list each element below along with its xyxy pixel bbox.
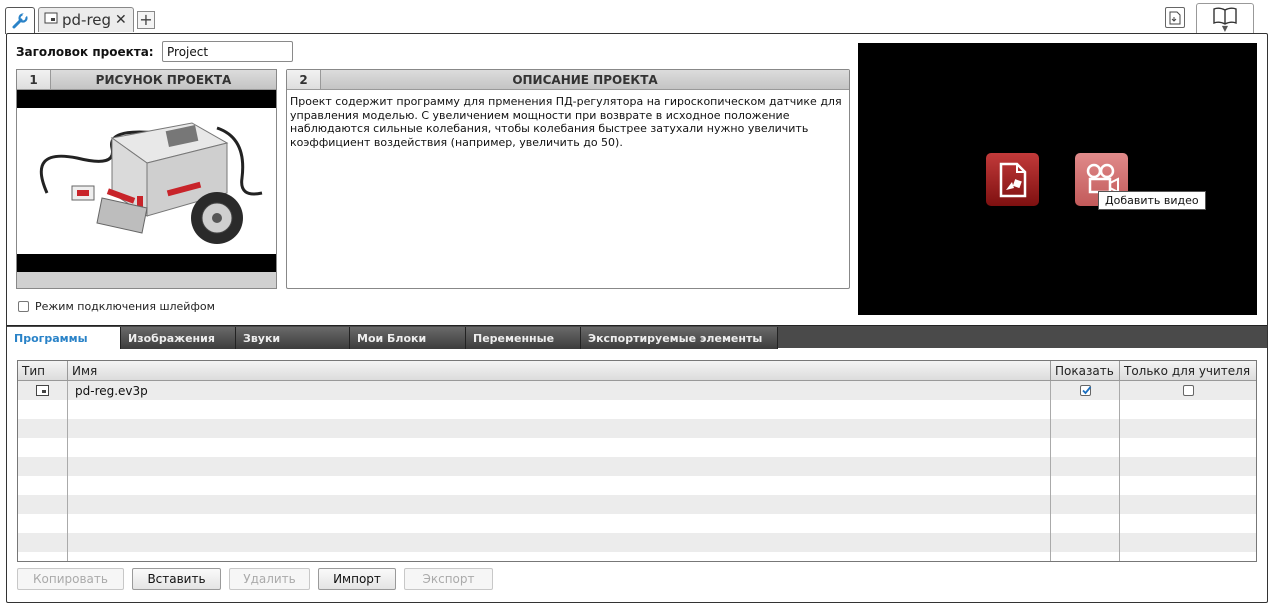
tab-strip: pd-reg ✕ + ▼	[0, 0, 1275, 36]
program-icon	[44, 11, 58, 29]
media-area: Добавить видео	[858, 43, 1257, 315]
lobby-book-button[interactable]: ▼	[1196, 3, 1254, 36]
wrench-icon	[11, 12, 29, 33]
content-editor-button[interactable]	[1165, 7, 1185, 28]
project-properties-page: Заголовок проекта: 1 РИСУНОК ПРОЕКТА	[6, 33, 1268, 603]
delete-button[interactable]: Удалить	[229, 568, 310, 590]
program-name[interactable]: pd-reg.ev3p	[68, 381, 1051, 400]
table-row[interactable]: pd-reg.ev3p	[18, 381, 1256, 400]
column-type[interactable]: Тип	[18, 361, 68, 381]
paste-button[interactable]: Вставить	[132, 568, 221, 590]
document-icon	[1169, 11, 1181, 24]
teacher-only-checkbox[interactable]	[1182, 385, 1194, 396]
close-icon[interactable]: ✕	[115, 12, 127, 28]
project-title-input[interactable]	[162, 41, 293, 62]
table-row-empty	[18, 514, 1256, 533]
daisy-chain-checkbox[interactable]	[18, 301, 29, 312]
plus-icon: +	[139, 10, 153, 29]
tab-variables[interactable]: Переменные	[466, 327, 581, 349]
tab-sounds[interactable]: Звуки	[236, 327, 350, 349]
column-teacher-only[interactable]: Только для учителя	[1120, 361, 1256, 381]
import-button[interactable]: Импорт	[318, 568, 396, 590]
book-icon	[1213, 7, 1237, 25]
table-row-empty	[18, 533, 1256, 552]
panel-number: 1	[17, 70, 51, 89]
tab-project-properties[interactable]	[5, 7, 35, 34]
robot-image	[17, 108, 276, 254]
table-row-empty	[18, 552, 1256, 561]
action-buttons: Копировать Вставить Удалить Импорт Экспо…	[17, 568, 493, 590]
column-show[interactable]: Показать	[1051, 361, 1120, 381]
panel-number: 2	[287, 70, 321, 89]
image-file-icon	[999, 162, 1026, 197]
description-panel-header: 2 ОПИСАНИЕ ПРОЕКТА	[287, 70, 849, 90]
tab-programs[interactable]: Программы	[7, 327, 121, 349]
tab-label: pd-reg	[62, 11, 112, 29]
tab-images[interactable]: Изображения	[121, 327, 236, 349]
show-checkbox[interactable]	[1079, 385, 1091, 396]
panel-title: ОПИСАНИЕ ПРОЕКТА	[512, 72, 658, 87]
column-name[interactable]: Имя	[68, 361, 1051, 381]
project-description-text[interactable]: Проект содержит программу для прменения …	[290, 95, 846, 149]
add-video-tooltip: Добавить видео	[1098, 191, 1206, 210]
export-button[interactable]: Экспорт	[404, 568, 493, 590]
table-header: Тип Имя Показать Только для учителя	[18, 361, 1256, 381]
tab-pd-reg[interactable]: pd-reg ✕	[38, 7, 134, 32]
content-tabs: Программы Изображения Звуки Мои Блоки Пе…	[7, 325, 1267, 349]
add-tab-button[interactable]: +	[137, 11, 155, 29]
add-image-button[interactable]	[986, 153, 1039, 206]
table-row-empty	[18, 419, 1256, 438]
chevron-down-icon: ▼	[1221, 23, 1229, 33]
daisy-chain-mode[interactable]: Режим подключения шлейфом	[18, 300, 215, 313]
table-row-empty	[18, 476, 1256, 495]
tab-exported-items[interactable]: Экспортируемые элементы	[581, 327, 778, 349]
panel-title: РИСУНОК ПРОЕКТА	[95, 72, 232, 87]
table-row-empty	[18, 438, 1256, 457]
picture-panel-header: 1 РИСУНОК ПРОЕКТА	[17, 70, 276, 90]
table-row-empty	[18, 400, 1256, 419]
tab-my-blocks[interactable]: Мои Блоки	[350, 327, 466, 349]
project-picture-panel[interactable]: 1 РИСУНОК ПРОЕКТА	[16, 69, 277, 289]
project-description-panel[interactable]: 2 ОПИСАНИЕ ПРОЕКТА Проект содержит прогр…	[286, 69, 850, 289]
table-row-empty	[18, 457, 1256, 476]
table-row-empty	[18, 495, 1256, 514]
programs-table: Тип Имя Показать Только для учителя pd-r…	[17, 360, 1257, 562]
daisy-chain-label: Режим подключения шлейфом	[35, 300, 215, 313]
program-icon	[36, 385, 49, 396]
copy-button[interactable]: Копировать	[17, 568, 124, 590]
project-title-label: Заголовок проекта:	[16, 45, 154, 59]
